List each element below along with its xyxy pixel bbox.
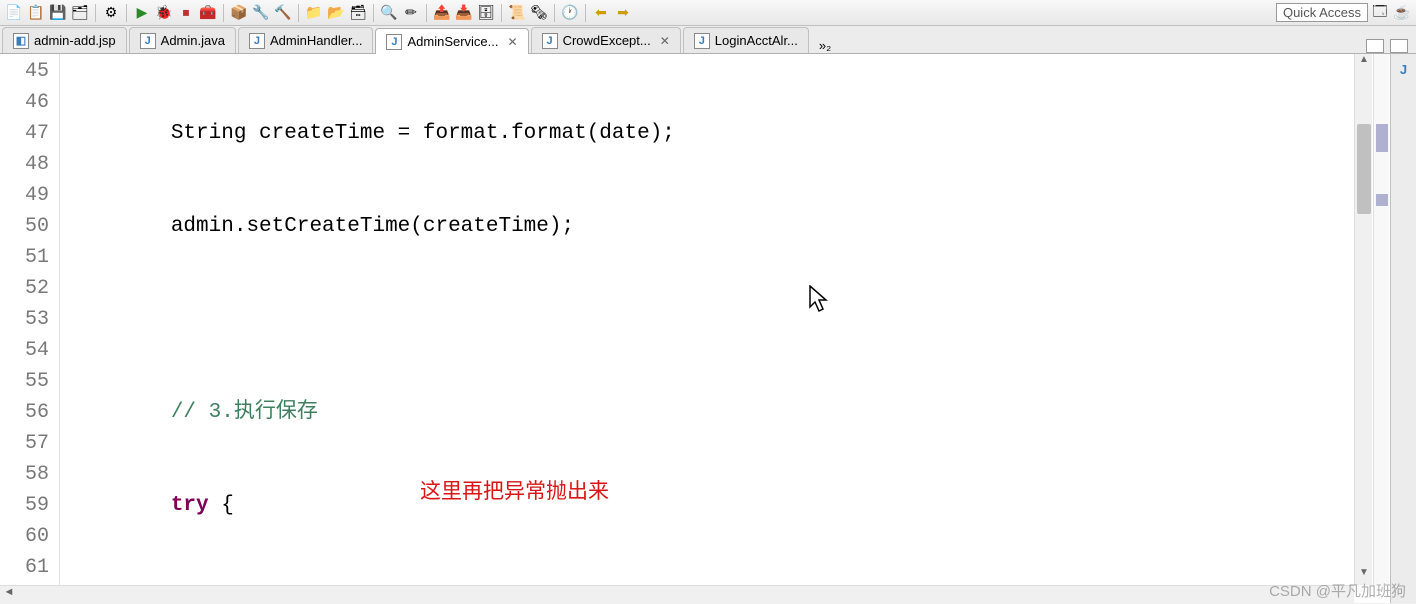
nav-fwd-icon[interactable]: ➡ [613,3,633,23]
toolbar-icon[interactable]: ⚙ [101,3,121,23]
scrollbar-thumb[interactable] [1357,124,1371,214]
toolbar-icon[interactable]: 📄 [4,3,24,23]
right-dock: J [1390,54,1416,603]
close-icon[interactable]: ✕ [660,34,670,48]
toolbar-icon[interactable]: 📋 [26,3,46,23]
toolbar-icon[interactable]: 📂 [326,3,346,23]
tab-admin-service[interactable]: J AdminService... ✕ [375,28,528,54]
line-number: 48 [0,149,49,180]
tab-admin-java[interactable]: J Admin.java [129,27,236,53]
line-number: 50 [0,211,49,242]
tab-admin-handler[interactable]: J AdminHandler... [238,27,374,53]
toolbar-icon[interactable]: 📜 [507,3,527,23]
toolbar-icon[interactable]: 🕐 [560,3,580,23]
line-number: 53 [0,304,49,335]
toolbar-icon[interactable]: 🧰 [198,3,218,23]
tab-admin-add-jsp[interactable]: ◧ admin-add.jsp [2,27,127,53]
line-number-gutter: 4546474849505152535455565758596061 [0,54,60,603]
line-number: 59 [0,490,49,521]
maximize-button[interactable] [1390,39,1408,53]
line-number: 45 [0,56,49,87]
line-number: 46 [0,87,49,118]
line-number: 49 [0,180,49,211]
toolbar-icon[interactable]: 💾 [48,3,68,23]
close-icon[interactable]: ✕ [508,35,518,49]
line-number: 47 [0,118,49,149]
java-perspective-icon[interactable]: ☕ [1392,3,1412,23]
line-number: 51 [0,242,49,273]
toolbar-icon[interactable]: 🔨 [273,3,293,23]
line-number: 54 [0,335,49,366]
toolbar-icon[interactable]: 📦 [229,3,249,23]
toolbar-icon[interactable]: 📁 [304,3,324,23]
main-toolbar: 📄 📋 💾 🗂 ⚙ ▶ 🐞 ⏹ 🧰 📦 🔧 🔨 📁 📂 🗃 🔍 ✏ 📤 📥 🗄 … [0,0,1416,26]
annotation-text: 这里再把异常抛出来 [420,476,609,507]
line-number: 61 [0,552,49,583]
toolbar-icon[interactable]: 📤 [432,3,452,23]
run-icon[interactable]: ▶ [132,3,152,23]
scroll-up-icon[interactable]: ▲ [1355,54,1373,72]
toolbar-icon[interactable]: 🗃 [348,3,368,23]
toolbar-icon[interactable]: 🔍 [379,3,399,23]
editor-tabs: ◧ admin-add.jsp J Admin.java J AdminHand… [0,26,1416,54]
toolbar-icon[interactable]: 📥 [454,3,474,23]
toolbar-icon[interactable]: 🔧 [251,3,271,23]
tab-label: AdminService... [407,34,498,49]
java-file-icon: J [249,33,265,49]
watermark: CSDN @平凡加班狗 [1269,580,1406,601]
toolbar-icon[interactable]: 🗞 [529,3,549,23]
line-number: 58 [0,459,49,490]
java-file-icon: J [140,33,156,49]
perspective-icon[interactable]: 🗔 [1370,3,1390,23]
tab-label: Admin.java [161,33,225,48]
stop-icon[interactable]: ⏹ [176,3,196,23]
toolbar-icon[interactable]: ✏ [401,3,421,23]
java-file-icon: J [386,34,402,50]
scroll-left-icon[interactable]: ◄ [0,586,18,604]
line-number: 55 [0,366,49,397]
tab-crowd-except[interactable]: J CrowdExcept... ✕ [531,27,681,53]
tab-label: AdminHandler... [270,33,363,48]
editor-area: 4546474849505152535455565758596061 Strin… [0,54,1416,603]
nav-back-icon[interactable]: ⬅ [591,3,611,23]
tab-login-acct[interactable]: J LoginAcctAlr... [683,27,809,53]
horizontal-scrollbar[interactable]: ◄ [0,585,1354,603]
java-file-icon: J [694,33,710,49]
overview-ruler[interactable] [1373,54,1389,585]
vertical-scrollbar[interactable]: ▲ ▼ [1354,54,1372,585]
jsp-file-icon: ◧ [13,33,29,49]
java-view-icon[interactable]: J [1391,62,1416,77]
line-number: 56 [0,397,49,428]
line-number: 52 [0,273,49,304]
tab-label: admin-add.jsp [34,33,116,48]
tab-label: CrowdExcept... [563,33,651,48]
tab-label: LoginAcctAlr... [715,33,798,48]
toolbar-icon[interactable]: 🗄 [476,3,496,23]
minimize-button[interactable] [1366,39,1384,53]
toolbar-icon[interactable]: 🗂 [70,3,90,23]
quick-access[interactable]: Quick Access [1276,3,1368,22]
java-file-icon: J [542,33,558,49]
tab-overflow[interactable]: »₂ [811,38,839,53]
line-number: 57 [0,428,49,459]
debug-icon[interactable]: 🐞 [154,3,174,23]
line-number: 60 [0,521,49,552]
code-editor[interactable]: String createTime = format.format(date);… [60,54,1416,603]
